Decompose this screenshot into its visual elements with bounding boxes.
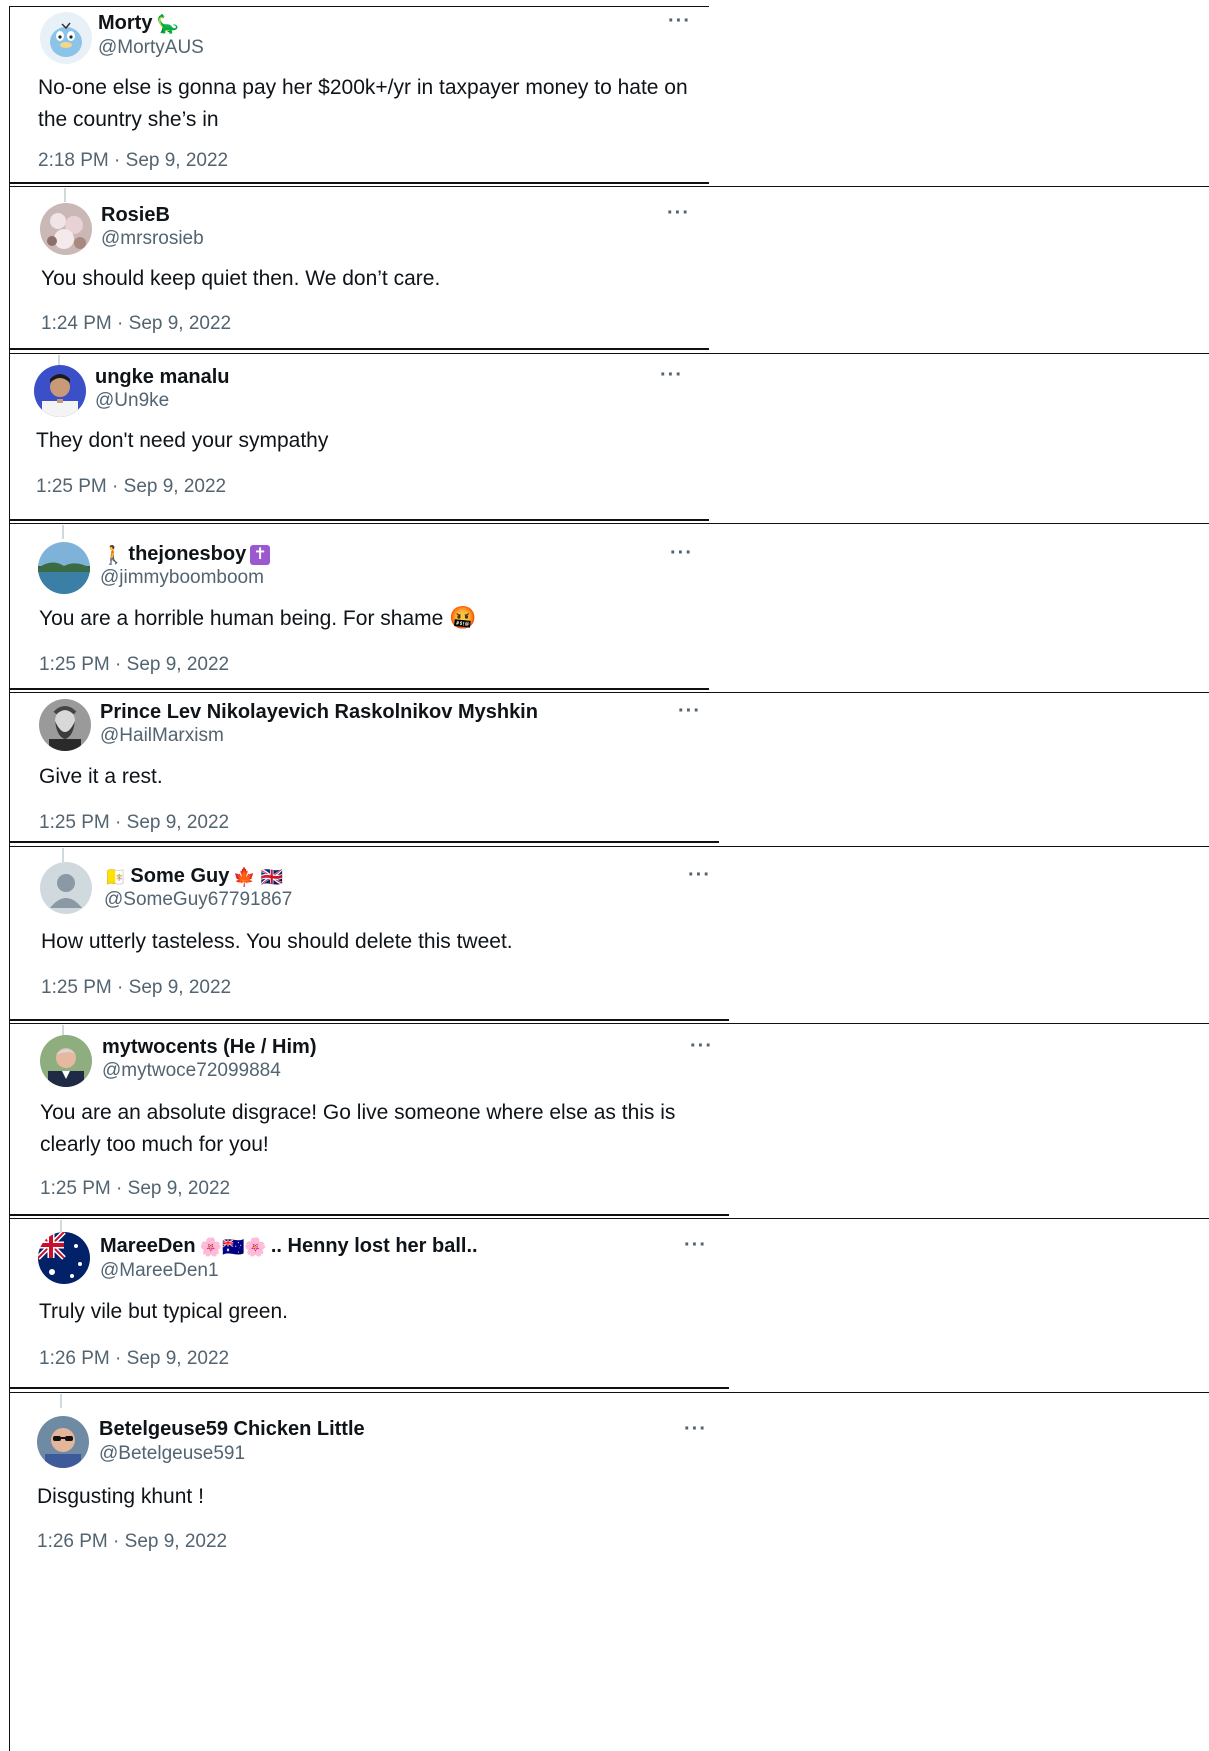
separator (9, 523, 1209, 524)
timestamp[interactable]: 1:25 PM · Sep 9, 2022 (39, 812, 229, 834)
user-handle[interactable]: @mytwoce72099884 (102, 1060, 281, 1082)
display-name[interactable]: Prince Lev Nikolayevich Raskolnikov Mysh… (100, 701, 538, 724)
separator (9, 1387, 729, 1389)
separator (9, 692, 1209, 693)
tweet-text: Truly vile but typical green. (39, 1300, 288, 1323)
maple-leaf-uk-flag-emoji-icon: 🍁 🇬🇧 (233, 866, 284, 887)
display-name-text[interactable]: Some Guy (130, 865, 229, 888)
separator (9, 1214, 729, 1216)
more-options-icon[interactable]: ··· (668, 10, 691, 33)
more-options-icon[interactable]: ··· (684, 1234, 707, 1257)
page-edge (9, 6, 10, 1751)
timestamp[interactable]: 2:18 PM · Sep 9, 2022 (38, 150, 228, 172)
thread-connector (62, 525, 64, 539)
display-name-suffix[interactable]: .. Henny lost her ball.. (271, 1235, 478, 1258)
separator (9, 1023, 1209, 1024)
tweet-text: They don't need your sympathy (36, 429, 329, 452)
more-options-icon[interactable]: ··· (688, 864, 711, 887)
display-name-text[interactable]: thejonesboy (128, 543, 246, 566)
user-handle[interactable]: @mrsrosieb (101, 228, 204, 250)
separator (9, 1218, 1209, 1219)
more-options-icon[interactable]: ··· (660, 364, 683, 387)
default-avatar-icon[interactable] (40, 862, 92, 914)
separator (9, 353, 1209, 354)
user-handle[interactable]: @SomeGuy67791867 (104, 889, 292, 911)
more-options-icon[interactable]: ··· (670, 542, 693, 565)
user-handle[interactable]: @MortyAUS (98, 37, 204, 59)
top-edge (9, 6, 709, 7)
separator (9, 182, 709, 184)
portrait-bw-avatar-icon[interactable] (39, 699, 91, 751)
display-name-text[interactable]: ungke manalu (95, 366, 229, 389)
separator (9, 688, 709, 690)
thread-connector (62, 848, 64, 862)
user-handle[interactable]: @MareeDen1 (100, 1260, 219, 1282)
user-handle[interactable]: @Betelgeuse591 (99, 1443, 245, 1465)
more-options-icon[interactable]: ··· (678, 700, 701, 723)
dino-emoji-icon: 🦕 (156, 13, 179, 34)
timestamp[interactable]: 1:25 PM · Sep 9, 2022 (41, 977, 231, 999)
lake-avatar-icon[interactable] (38, 542, 90, 594)
display-name[interactable]: MareeDen 🌸🇦🇺🌸 .. Henny lost her ball.. (100, 1235, 478, 1258)
cross-emoji-icon: ✝ (250, 544, 271, 565)
tweet-text: Disgusting khunt ! (37, 1485, 204, 1508)
tweet-text-content: You are a horrible human being. For sham… (39, 607, 444, 630)
user-handle[interactable]: @jimmyboomboom (100, 567, 264, 589)
user-handle[interactable]: @Un9ke (95, 390, 169, 412)
thread-connector (60, 1394, 62, 1408)
tweet-text: You should keep quiet then. We don’t car… (41, 267, 441, 290)
thread-connector (64, 188, 66, 202)
display-name[interactable]: 🇻🇦 Some Guy 🍁 🇬🇧 (104, 865, 283, 888)
more-options-icon[interactable]: ··· (684, 1418, 707, 1441)
display-name-text[interactable]: Betelgeuse59 Chicken Little (99, 1418, 365, 1441)
tweet-text: No-one else is gonna pay her $200k+/yr i… (38, 76, 688, 131)
user-handle[interactable]: @HailMarxism (100, 725, 224, 747)
separator (9, 186, 1209, 187)
psyduck-avatar-icon[interactable] (40, 12, 92, 64)
man-sunglasses-avatar-icon[interactable] (37, 1416, 89, 1468)
separator (9, 841, 719, 843)
display-name-text[interactable]: RosieB (101, 204, 170, 227)
person-blue-avatar-icon[interactable] (34, 365, 86, 417)
man-suit-avatar-icon[interactable] (40, 1035, 92, 1087)
angry-face-emoji-icon: 🤬 (449, 605, 477, 630)
tweet-text: You are an absolute disgrace! Go live so… (40, 1101, 676, 1156)
australia-flag-avatar-icon[interactable] (38, 1232, 90, 1284)
more-options-icon[interactable]: ··· (667, 202, 690, 225)
timestamp[interactable]: 1:25 PM · Sep 9, 2022 (36, 476, 226, 498)
display-name-text[interactable]: mytwocents (He / Him) (102, 1036, 316, 1059)
display-name[interactable]: Betelgeuse59 Chicken Little (99, 1418, 365, 1441)
display-name[interactable]: 🚶 thejonesboy ✝ (102, 543, 271, 566)
tweet-text: Give it a rest. (39, 765, 163, 788)
display-name[interactable]: mytwocents (He / Him) (102, 1036, 316, 1059)
blossom-avatar-icon[interactable] (40, 203, 92, 255)
separator (9, 1019, 729, 1021)
display-name-text[interactable]: Prince Lev Nikolayevich Raskolnikov Mysh… (100, 701, 538, 724)
timestamp[interactable]: 1:26 PM · Sep 9, 2022 (37, 1531, 227, 1553)
vatican-flag-emoji-icon: 🇻🇦 (104, 866, 127, 887)
blossom-flag-emoji-icon: 🌸🇦🇺🌸 (199, 1236, 267, 1257)
tweet-text: How utterly tasteless. You should delete… (41, 930, 513, 953)
display-name[interactable]: RosieB (101, 204, 170, 227)
timestamp[interactable]: 1:26 PM · Sep 9, 2022 (39, 1348, 229, 1370)
walking-emoji-icon: 🚶 (102, 544, 125, 565)
separator (9, 1392, 1209, 1393)
timestamp[interactable]: 1:25 PM · Sep 9, 2022 (39, 654, 229, 676)
timestamp[interactable]: 1:24 PM · Sep 9, 2022 (41, 313, 231, 335)
display-name[interactable]: Morty 🦕 (98, 12, 179, 35)
display-name[interactable]: ungke manalu (95, 366, 229, 389)
display-name-text[interactable]: MareeDen (100, 1235, 196, 1258)
more-options-icon[interactable]: ··· (690, 1035, 713, 1058)
display-name-text[interactable]: Morty (98, 12, 152, 35)
separator (9, 348, 709, 350)
tweet-text: You are a horrible human being. For sham… (39, 603, 759, 635)
timestamp[interactable]: 1:25 PM · Sep 9, 2022 (40, 1178, 230, 1200)
separator (9, 519, 709, 521)
separator (9, 846, 1209, 847)
